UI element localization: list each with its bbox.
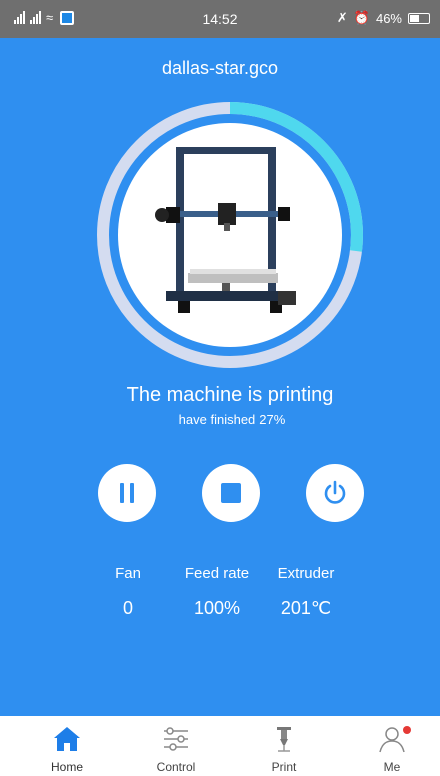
sliders-icon — [164, 727, 188, 751]
stop-button[interactable] — [202, 464, 260, 522]
power-icon — [324, 480, 346, 504]
printing-status: The machine is printing — [126, 384, 334, 406]
nav-label-control: Control — [156, 760, 196, 774]
feed-rate-stat: Feed rate 100% — [172, 565, 262, 619]
printer-image — [118, 123, 342, 347]
alarm-icon: ⏰ — [353, 10, 370, 25]
battery-percent: 46% — [375, 10, 402, 26]
file-name: dallas-star.gco — [161, 58, 279, 78]
stop-icon — [221, 483, 241, 503]
mute-icon: ✗ — [336, 10, 348, 25]
power-button[interactable] — [306, 464, 364, 522]
progress-percent: 27% — [259, 412, 286, 427]
bottom-nav: Home Control Print Me — [0, 716, 440, 776]
battery-icon — [408, 12, 430, 24]
status-icons-right: ✗ ⏰ 46% — [337, 10, 430, 26]
nav-label-home: Home — [50, 760, 83, 774]
extruder-label: Extruder — [277, 565, 335, 582]
feed-rate-value: 100% — [193, 598, 241, 618]
nozzle-icon — [277, 727, 291, 752]
nav-label-me: Me — [383, 760, 401, 774]
progress-label: have finished — [178, 412, 256, 427]
fan-label: Fan — [115, 565, 141, 582]
extruder-stat: Extruder 201℃ — [266, 565, 346, 619]
pause-button[interactable] — [98, 464, 156, 522]
feed-rate-label: Feed rate — [184, 565, 250, 582]
extruder-value: 201℃ — [280, 598, 332, 618]
status-bar: ≈ 14:52 ✗ ⏰ 46% — [0, 0, 440, 38]
nav-label-print: Print — [271, 760, 297, 774]
nav-item-control[interactable]: Control — [136, 716, 216, 776]
progress-gauge — [95, 100, 365, 370]
pause-icon — [120, 483, 134, 503]
fan-value: 0 — [122, 598, 133, 618]
home-icon — [54, 727, 80, 751]
nav-item-me[interactable]: Me — [352, 716, 432, 776]
notification-dot — [403, 726, 411, 734]
fan-stat: Fan 0 — [98, 565, 158, 619]
nav-item-home[interactable]: Home — [27, 716, 107, 776]
progress-text: have finished 27% — [0, 412, 440, 427]
nav-item-print[interactable]: Print — [244, 716, 324, 776]
3d-printer-icon — [155, 147, 296, 313]
